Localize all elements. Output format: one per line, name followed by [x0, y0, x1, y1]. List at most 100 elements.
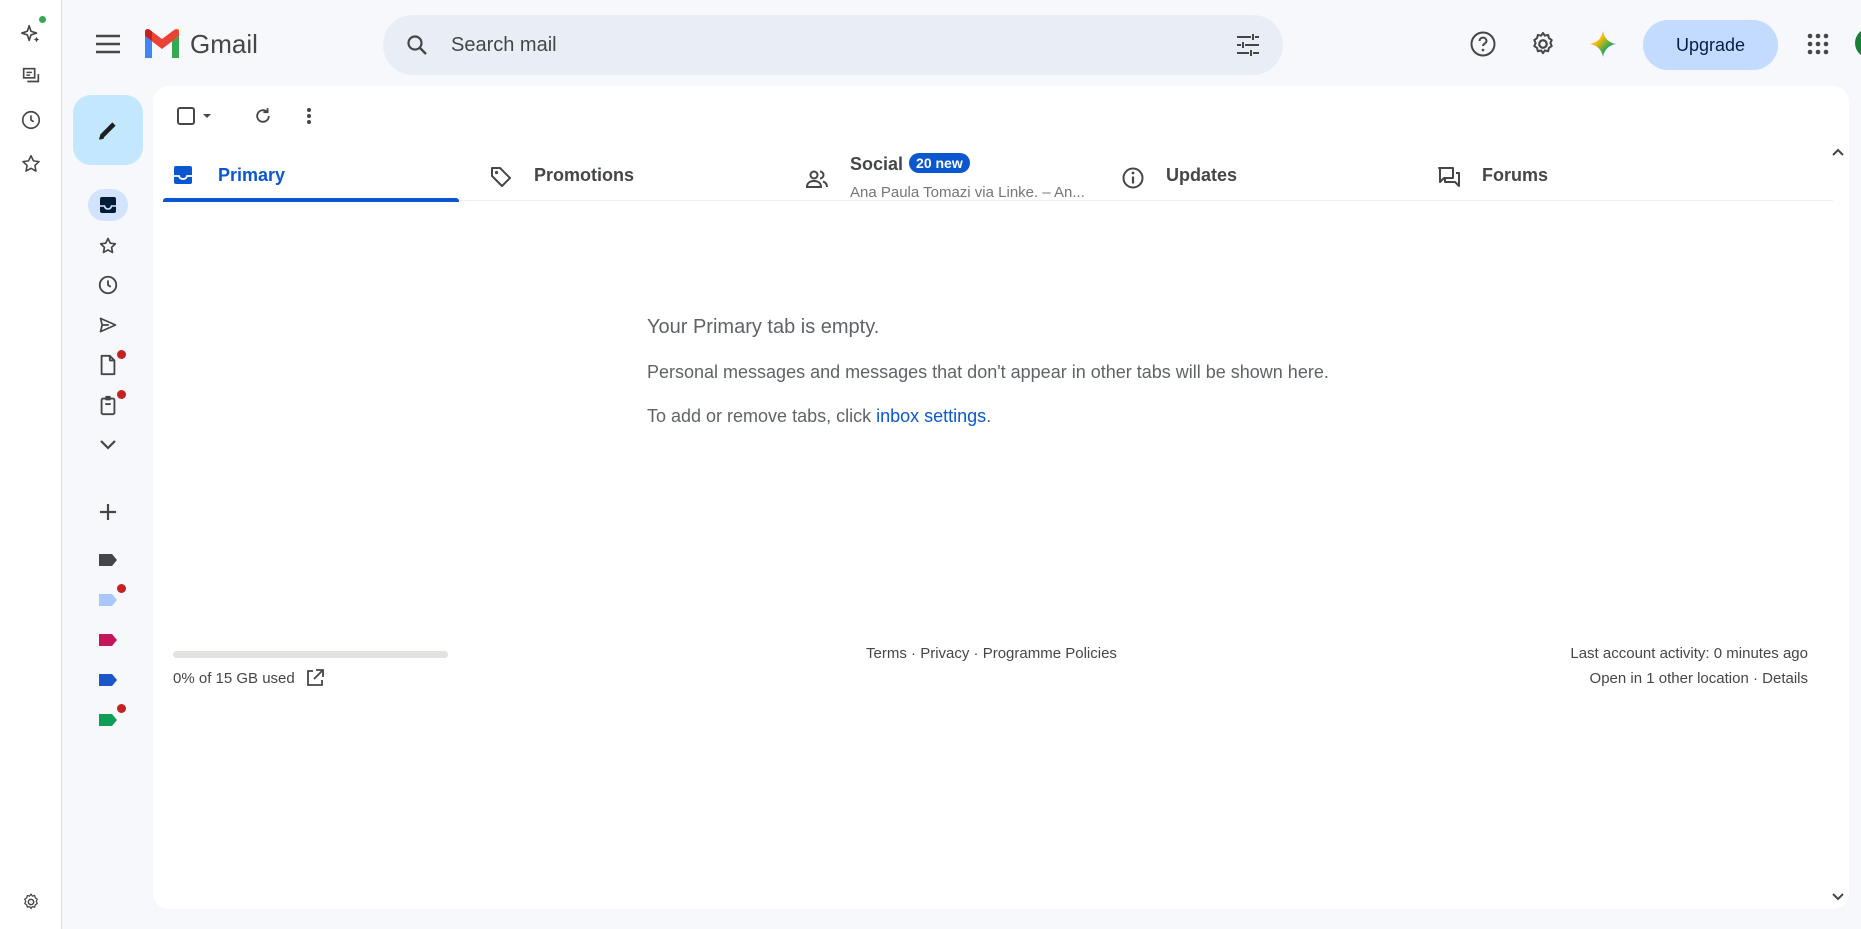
scroll-down-arrow[interactable]: [1831, 892, 1845, 902]
label-tag-icon: [99, 674, 117, 686]
main-menu-button[interactable]: [90, 26, 126, 62]
tab-promotions[interactable]: Promotions: [479, 151, 775, 201]
separator: ·: [906, 645, 921, 662]
refresh-icon: [256, 108, 270, 123]
nav-starred[interactable]: [88, 230, 128, 262]
notification-dot: [117, 584, 126, 593]
help-button[interactable]: [1465, 26, 1501, 62]
send-icon: [99, 317, 117, 333]
empty-state-hint: To add or remove tabs, click inbox setti…: [647, 406, 991, 427]
terms-link[interactable]: Terms: [866, 645, 907, 662]
nav-inbox[interactable]: [88, 189, 128, 221]
empty-state-description: Personal messages and messages that don'…: [647, 362, 1329, 382]
upgrade-button[interactable]: Upgrade: [1643, 20, 1778, 70]
inbox-icon: [100, 197, 116, 213]
programme-policies-link[interactable]: Programme Policies: [983, 645, 1117, 662]
tab-subtitle: Ana Paula Tomazi via Linke. – An...: [850, 184, 1085, 201]
refresh-button[interactable]: [247, 100, 279, 132]
draft-file-icon: [100, 354, 116, 376]
notification-dot: [117, 390, 126, 399]
manage-storage-link[interactable]: [305, 668, 325, 688]
people-icon: [805, 169, 829, 189]
hint-text: To add or remove tabs, click: [647, 406, 877, 426]
new-count-badge: 20 new: [909, 153, 970, 173]
label-item[interactable]: [88, 664, 128, 696]
other-location-label: Open in 1 other location ·: [1589, 670, 1763, 687]
notification-dot: [117, 350, 126, 359]
plus-icon: [100, 504, 116, 520]
details-link[interactable]: Details: [1762, 670, 1808, 687]
label-tag-icon: [99, 634, 117, 646]
settings-button[interactable]: [1525, 26, 1561, 62]
clock-icon: [98, 275, 118, 295]
document-stack-icon[interactable]: [17, 62, 45, 90]
tab-primary[interactable]: Primary: [163, 151, 459, 202]
storage-meter: [173, 651, 448, 658]
gemini-sparkle-icon[interactable]: [17, 16, 46, 48]
help-icon: [1470, 31, 1496, 57]
compose-button[interactable]: [73, 95, 143, 165]
account-avatar[interactable]: [1855, 28, 1861, 58]
search-options-icon[interactable]: [1235, 33, 1261, 57]
more-options-button[interactable]: [297, 100, 321, 132]
notification-dot: [117, 704, 126, 713]
select-all-checkbox[interactable]: [174, 100, 218, 132]
scroll-up-arrow[interactable]: [1831, 147, 1845, 157]
gemini-button[interactable]: [1585, 26, 1621, 62]
category-tabs: Primary Promotions Social 20 new Ana Paul…: [163, 151, 1833, 202]
tab-forums[interactable]: Forums: [1427, 151, 1723, 201]
google-apps-button[interactable]: [1800, 26, 1836, 62]
checkbox-dropdown-icon: [177, 107, 211, 125]
star-icon: [99, 237, 117, 254]
clock-icon[interactable]: [17, 106, 45, 134]
nav-sent[interactable]: [88, 309, 128, 341]
tab-label: Primary: [218, 165, 286, 185]
last-activity-text: Last account activity: 0 minutes ago: [1570, 645, 1808, 662]
tab-label: Forums: [1482, 165, 1549, 185]
apps-grid-icon: [1807, 33, 1829, 55]
label-tag-icon: [99, 714, 117, 726]
hamburger-icon: [96, 34, 120, 54]
gear-icon: [1533, 31, 1553, 55]
label-item[interactable]: [88, 544, 128, 576]
tab-label: Social 20 new: [850, 153, 970, 175]
search-icon[interactable]: [405, 33, 429, 57]
pencil-icon: [99, 122, 116, 140]
info-icon: [1121, 166, 1145, 190]
other-location-text: Open in 1 other location · Details: [1450, 670, 1808, 687]
empty-state-title: Your Primary tab is empty.: [647, 316, 880, 338]
label-item[interactable]: [88, 704, 128, 736]
nav-drafts[interactable]: [88, 349, 128, 381]
status-dot: [39, 16, 46, 23]
create-label-button[interactable]: [88, 496, 128, 528]
gemini-star-icon: [1590, 31, 1616, 57]
footer-links: Terms · Privacy · Programme Policies: [866, 645, 1117, 662]
more-vert-icon: [307, 108, 311, 124]
nav-more[interactable]: [88, 429, 128, 461]
tab-updates[interactable]: Updates: [1111, 151, 1407, 201]
inbox-settings-link[interactable]: inbox settings: [876, 406, 986, 426]
chevron-up-icon: [1832, 148, 1844, 156]
main-panel: Primary Promotions Social 20 new Ana Paul…: [153, 86, 1849, 909]
label-item[interactable]: [88, 584, 128, 616]
label-item[interactable]: [88, 624, 128, 656]
tab-label: Updates: [1166, 165, 1238, 185]
search-input[interactable]: [451, 29, 1151, 61]
app-name: Gmail: [190, 28, 258, 59]
tab-label-text: Social: [850, 154, 904, 174]
label-tag-icon: [99, 594, 117, 606]
chevron-down-icon: [100, 440, 116, 450]
tab-social[interactable]: Social 20 new Ana Paula Tomazi via Linke.…: [795, 151, 1091, 201]
separator: ·: [969, 645, 983, 662]
gmail-m-icon: [145, 29, 179, 58]
tag-icon: [489, 165, 513, 189]
privacy-link[interactable]: Privacy: [920, 645, 969, 662]
gmail-logo[interactable]: Gmail: [142, 26, 258, 62]
settings-gear-small-icon[interactable]: [17, 888, 45, 916]
star-outline-icon[interactable]: [17, 150, 45, 178]
search-bar[interactable]: [383, 15, 1283, 75]
app-rail: [0, 0, 62, 929]
nav-purchases[interactable]: [88, 389, 128, 421]
label-tag-icon: [99, 554, 117, 566]
nav-snoozed[interactable]: [88, 269, 128, 301]
